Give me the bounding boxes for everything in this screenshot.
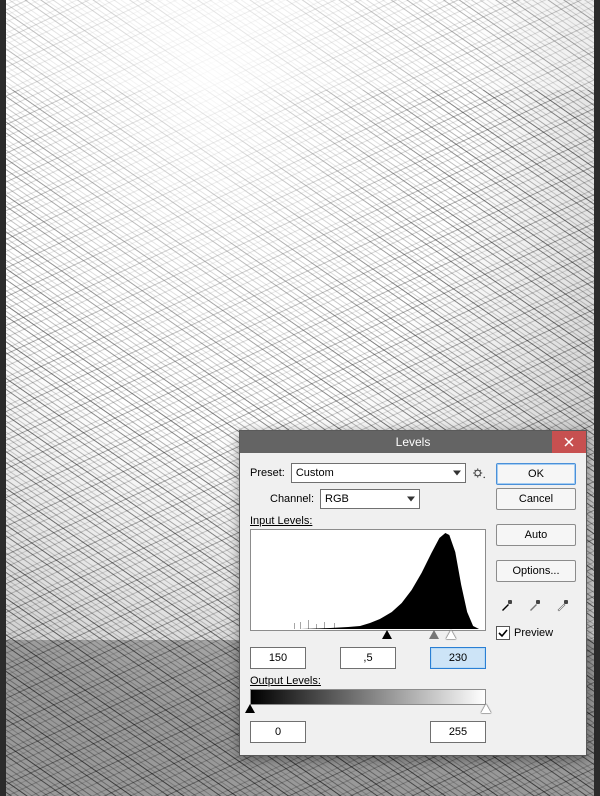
ok-button[interactable]: OK bbox=[496, 463, 576, 485]
dialog-titlebar[interactable]: Levels bbox=[240, 431, 586, 453]
output-slider-track[interactable] bbox=[250, 705, 486, 715]
histogram bbox=[250, 529, 486, 631]
preview-checkbox[interactable] bbox=[496, 626, 510, 640]
preset-label: Preset: bbox=[250, 467, 285, 479]
eyedropper-icon bbox=[500, 598, 514, 612]
channel-label: Channel: bbox=[270, 493, 314, 505]
channel-dropdown[interactable]: RGB bbox=[320, 489, 420, 509]
close-button[interactable] bbox=[552, 431, 586, 453]
preset-value: Custom bbox=[296, 467, 334, 479]
preset-menu-button[interactable] bbox=[472, 466, 486, 480]
eyedropper-white-button[interactable] bbox=[552, 595, 574, 615]
input-white-field[interactable] bbox=[430, 647, 486, 669]
preview-label: Preview bbox=[514, 627, 553, 639]
output-levels-label: Output Levels: bbox=[250, 675, 486, 687]
channel-value: RGB bbox=[325, 493, 349, 505]
input-levels-label: Input Levels: bbox=[250, 515, 486, 527]
output-black-field[interactable] bbox=[250, 721, 306, 743]
input-gamma-field[interactable] bbox=[340, 647, 396, 669]
check-icon bbox=[498, 628, 508, 638]
output-white-handle[interactable] bbox=[481, 704, 491, 713]
input-black-handle[interactable] bbox=[382, 630, 392, 639]
cancel-button[interactable]: Cancel bbox=[496, 488, 576, 510]
eyedropper-black-button[interactable] bbox=[496, 595, 518, 615]
eyedropper-gray-button[interactable] bbox=[524, 595, 546, 615]
levels-dialog: Levels Preset: Custom bbox=[239, 430, 587, 756]
input-gamma-handle[interactable] bbox=[429, 630, 439, 639]
input-white-handle[interactable] bbox=[446, 630, 456, 639]
close-icon bbox=[564, 437, 574, 447]
input-slider-track[interactable] bbox=[250, 631, 486, 641]
eyedropper-icon bbox=[528, 598, 542, 612]
chevron-down-icon bbox=[453, 471, 461, 476]
input-black-field[interactable] bbox=[250, 647, 306, 669]
preset-dropdown[interactable]: Custom bbox=[291, 463, 466, 483]
dialog-title: Levels bbox=[396, 435, 431, 449]
options-button[interactable]: Options... bbox=[496, 560, 576, 582]
chevron-down-icon bbox=[407, 497, 415, 502]
auto-button[interactable]: Auto bbox=[496, 524, 576, 546]
output-gradient bbox=[250, 689, 486, 705]
eyedropper-icon bbox=[556, 598, 570, 612]
gear-icon bbox=[472, 466, 486, 480]
output-black-handle[interactable] bbox=[245, 704, 255, 713]
output-white-field[interactable] bbox=[430, 721, 486, 743]
